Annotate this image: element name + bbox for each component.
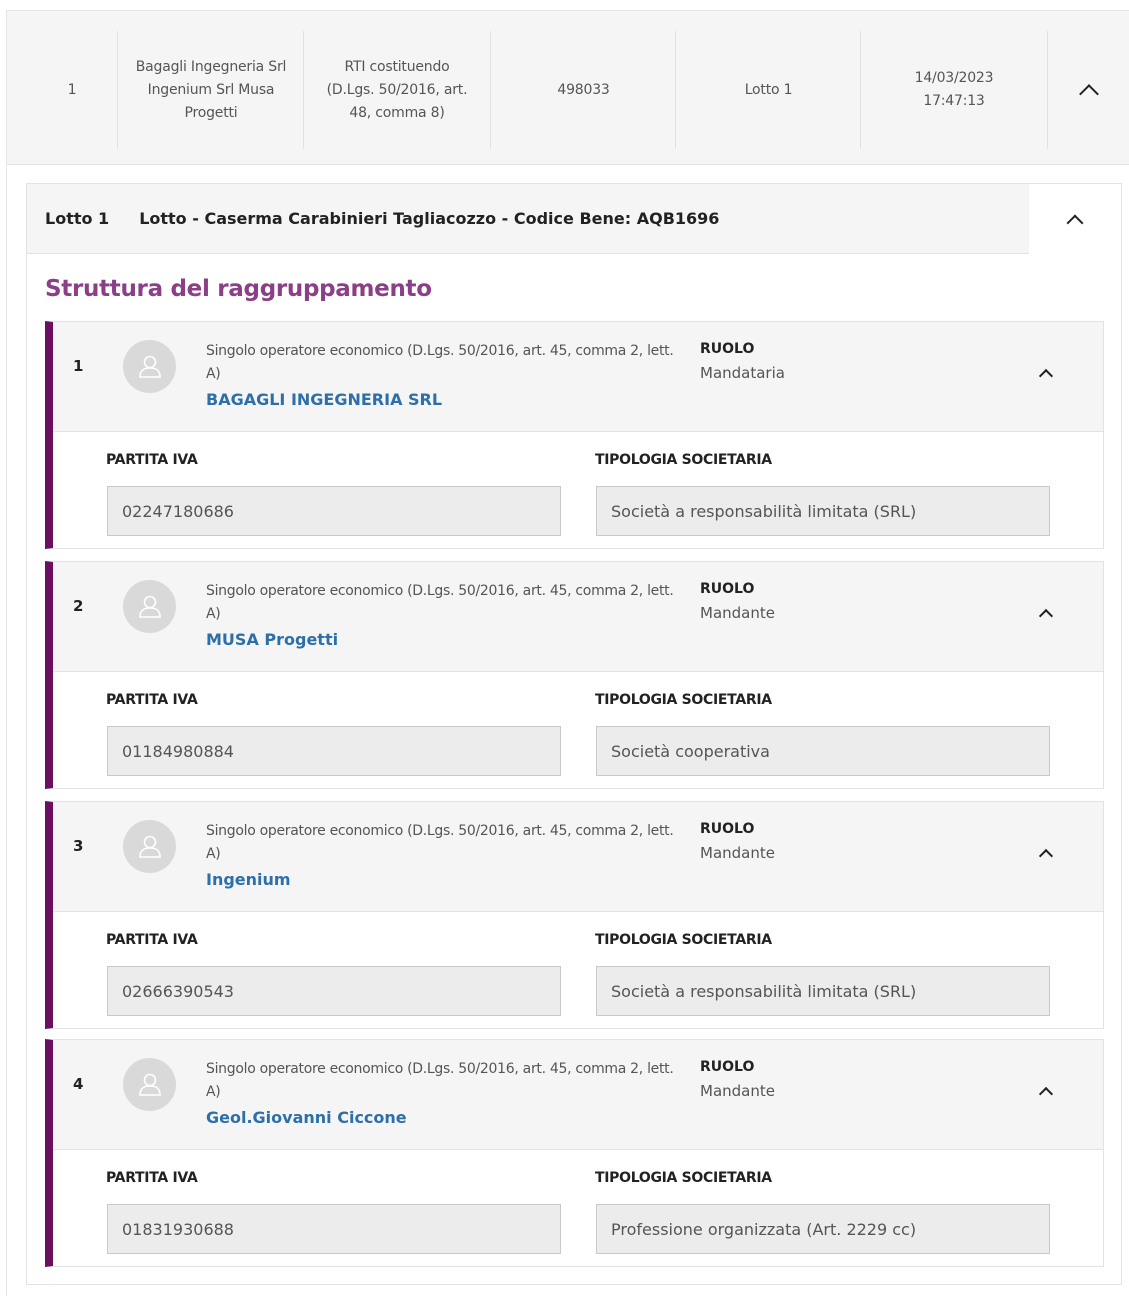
column-separator: [860, 31, 861, 149]
partita-iva-label: PARTITA IVA: [106, 692, 198, 708]
member-card-3: 3 Singolo operatore economico (D.Lgs. 50…: [45, 801, 1104, 1029]
member-header[interactable]: 3 Singolo operatore economico (D.Lgs. 50…: [53, 802, 1103, 912]
member-index: 2: [73, 597, 84, 615]
partita-iva-label: PARTITA IVA: [106, 452, 198, 468]
frame-border: [6, 10, 7, 1296]
member-header[interactable]: 2 Singolo operatore economico (D.Lgs. 50…: [53, 562, 1103, 672]
submission-operators: Bagagli Ingegneria Srl Ingenium Srl Musa…: [135, 58, 287, 121]
column-separator: [490, 31, 491, 149]
member-type: Singolo operatore economico (D.Lgs. 50/2…: [206, 583, 674, 622]
submission-collapse-button[interactable]: [1049, 31, 1129, 149]
submission-number: 1: [67, 81, 77, 98]
tipologia-label: TIPOLOGIA SOCIETARIA: [595, 452, 772, 468]
chevron-up-icon: [1038, 608, 1054, 624]
tipologia-field: Società a responsabilità limitata (SRL): [596, 966, 1050, 1016]
tipologia-label: TIPOLOGIA SOCIETARIA: [595, 932, 772, 948]
tipologia-field: Società a responsabilità limitata (SRL): [596, 486, 1050, 536]
member-type: Singolo operatore economico (D.Lgs. 50/2…: [206, 1061, 674, 1100]
user-icon-glyph: [138, 355, 161, 378]
submission-date: 14/03/2023: [914, 70, 994, 86]
lotto-collapse-button[interactable]: [1029, 184, 1121, 254]
member-index: 3: [73, 837, 84, 855]
submission-row[interactable]: 1 Bagagli Ingegneria Srl Ingenium Srl Mu…: [7, 10, 1129, 165]
chevron-up-icon: [1079, 84, 1099, 104]
ruolo-value: Mandante: [700, 844, 775, 862]
partita-iva-label: PARTITA IVA: [106, 1170, 198, 1186]
column-separator: [1047, 31, 1048, 149]
member-name-link[interactable]: Geol.Giovanni Ciccone: [206, 1108, 407, 1127]
member-name-link[interactable]: MUSA Progetti: [206, 630, 338, 649]
lotto-panel: Lotto 1 Lotto - Caserma Carabinieri Tagl…: [26, 183, 1122, 1285]
lotto-number: Lotto 1: [45, 209, 110, 228]
partita-iva-field: 01831930688: [107, 1204, 561, 1254]
chevron-up-icon: [1066, 214, 1084, 232]
member-card-2: 2 Singolo operatore economico (D.Lgs. 50…: [45, 561, 1104, 789]
partita-iva-field: 02247180686: [107, 486, 561, 536]
tipologia-label: TIPOLOGIA SOCIETARIA: [595, 1170, 772, 1186]
ruolo-label: RUOLO: [700, 341, 755, 357]
member-card-4: 4 Singolo operatore economico (D.Lgs. 50…: [45, 1039, 1104, 1267]
member-header[interactable]: 1 Singolo operatore economico (D.Lgs. 50…: [53, 322, 1103, 432]
member-header[interactable]: 4 Singolo operatore economico (D.Lgs. 50…: [53, 1040, 1103, 1150]
tipologia-field: Professione organizzata (Art. 2229 cc): [596, 1204, 1050, 1254]
lotto-header[interactable]: Lotto 1 Lotto - Caserma Carabinieri Tagl…: [27, 184, 1029, 254]
ruolo-label: RUOLO: [700, 581, 755, 597]
user-icon: [123, 820, 176, 873]
section-title: Struttura del raggruppamento: [45, 276, 432, 302]
member-collapse-button[interactable]: [1038, 606, 1054, 625]
member-index: 4: [73, 1075, 84, 1093]
member-index: 1: [73, 357, 84, 375]
member-collapse-button[interactable]: [1038, 366, 1054, 385]
tipologia-label: TIPOLOGIA SOCIETARIA: [595, 692, 772, 708]
tipologia-field: Società cooperativa: [596, 726, 1050, 776]
ruolo-label: RUOLO: [700, 821, 755, 837]
member-collapse-button[interactable]: [1038, 846, 1054, 865]
ruolo-value: Mandante: [700, 604, 775, 622]
ruolo-value: Mandante: [700, 1082, 775, 1100]
user-icon: [123, 1058, 176, 1111]
user-icon-glyph: [138, 595, 161, 618]
user-icon-glyph: [138, 835, 161, 858]
member-name-link[interactable]: BAGAGLI INGEGNERIA SRL: [206, 390, 442, 409]
user-icon: [123, 340, 176, 393]
submission-code: 498033: [557, 81, 610, 98]
partita-iva-field: 01184980884: [107, 726, 561, 776]
member-name-link[interactable]: Ingenium: [206, 870, 291, 889]
submission-datetime: 14/03/2023 17:47:13: [862, 31, 1046, 149]
member-collapse-button[interactable]: [1038, 1084, 1054, 1103]
user-icon: [123, 580, 176, 633]
column-separator: [303, 31, 304, 149]
submission-time: 17:47:13: [923, 93, 985, 109]
partita-iva-field: 02666390543: [107, 966, 561, 1016]
submission-lotto: Lotto 1: [744, 81, 793, 98]
member-type: Singolo operatore economico (D.Lgs. 50/2…: [206, 343, 674, 382]
submission-form: RTI costituendo (D.Lgs. 50/2016, art. 48…: [326, 58, 468, 121]
partita-iva-label: PARTITA IVA: [106, 932, 198, 948]
ruolo-value: Mandataria: [700, 364, 785, 382]
lotto-description: Lotto - Caserma Carabinieri Tagliacozzo …: [139, 209, 720, 228]
user-icon-glyph: [138, 1073, 161, 1096]
column-separator: [675, 31, 676, 149]
member-type: Singolo operatore economico (D.Lgs. 50/2…: [206, 823, 674, 862]
member-card-1: 1 Singolo operatore economico (D.Lgs. 50…: [45, 321, 1104, 549]
column-separator: [117, 31, 118, 149]
chevron-up-icon: [1038, 368, 1054, 384]
chevron-up-icon: [1038, 848, 1054, 864]
ruolo-label: RUOLO: [700, 1059, 755, 1075]
chevron-up-icon: [1038, 1086, 1054, 1102]
